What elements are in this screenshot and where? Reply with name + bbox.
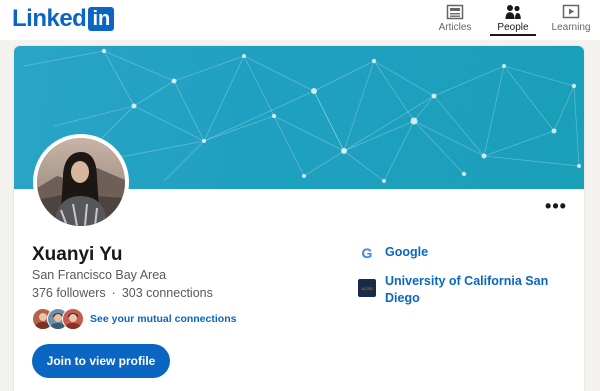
nav-label-people: People [497,22,529,33]
nav-label-articles: Articles [438,22,472,33]
experience-item-google[interactable]: G Google [358,244,555,262]
followers-count: 376 followers [32,286,106,300]
join-to-view-profile-button[interactable]: Join to view profile [32,344,170,378]
nav-item-people[interactable]: People [484,0,542,40]
more-icon: ••• [545,195,567,216]
stats-separator: · [111,286,116,300]
linkedin-logo[interactable]: Linked in [12,5,115,33]
nav-label-learning: Learning [551,22,591,33]
top-navigation: Linked in Articles People Learning [0,0,600,40]
articles-icon [446,4,464,20]
google-logo-icon: G [361,245,373,261]
logo-in-box: in [88,7,115,31]
people-icon [505,5,521,19]
nav-item-articles[interactable]: Articles [426,0,484,40]
mutual-connections[interactable]: See your mutual connections [32,308,236,330]
more-options-button[interactable]: ••• [544,196,568,216]
mutual-avatars [32,308,84,330]
experience-name: University of California San Diego [385,274,549,305]
profile-card: ••• Xuanyi Yu San Francisco Bay Area 376… [14,46,584,391]
profile-stats: 376 followers · 303 connections [32,286,213,300]
experience-name: Google [385,245,429,259]
mutual-avatar [62,308,84,330]
ucsd-logo-icon: UCSD [358,279,376,297]
experience-item-ucsd[interactable]: UCSD University of California San Diego [358,273,555,307]
profile-name: Xuanyi Yu [32,244,123,265]
nav-item-learning[interactable]: Learning [542,0,600,40]
mutual-connections-link[interactable]: See your mutual connections [90,313,236,325]
learning-icon [562,4,580,19]
profile-avatar [33,134,129,230]
logo-text: Linked [12,5,87,32]
profile-location: San Francisco Bay Area [32,268,167,282]
nav-items: Articles People Learning [426,0,600,40]
connections-count: 303 connections [121,286,213,300]
